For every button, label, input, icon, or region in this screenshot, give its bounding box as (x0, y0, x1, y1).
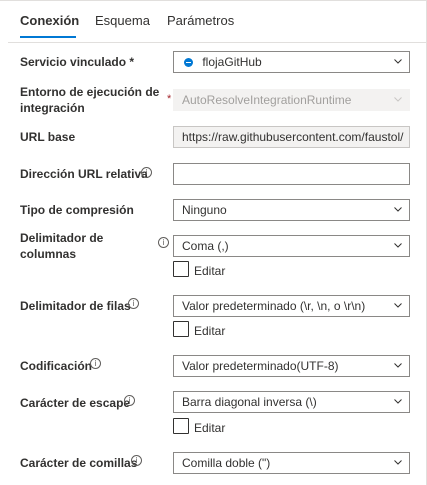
base-url-field: https://raw.githubusercontent.com/fausto… (173, 126, 410, 148)
column-delimiter-value: Coma (,) (182, 239, 229, 253)
chevron-down-icon (394, 243, 402, 250)
compression-type-label: Tipo de compresión (20, 203, 134, 217)
chevron-down-icon (394, 399, 402, 406)
edit-label: Editar (194, 264, 226, 278)
column-delimiter-select[interactable]: Coma (,) (173, 235, 410, 257)
relative-url-label: Dirección URL relativa (20, 167, 148, 181)
linked-service-select[interactable]: flojaGitHub (173, 51, 410, 73)
chevron-down-icon (394, 207, 402, 214)
encoding-label: Codificación (20, 359, 93, 373)
info-icon[interactable]: i (141, 167, 152, 178)
tab-parameters[interactable]: Parámetros (167, 13, 234, 28)
base-url-label: URL base (20, 130, 76, 144)
chevron-down-icon (394, 97, 402, 104)
linked-service-label: Servicio vinculado * (20, 55, 135, 69)
integration-runtime-label: Entorno de ejecución de integración (20, 85, 160, 115)
edit-label: Editar (194, 421, 226, 435)
chevron-down-icon (394, 303, 402, 310)
edit-label: Editar (194, 324, 226, 338)
column-delimiter-label: Delimitador de columnas (20, 231, 104, 261)
quote-character-select[interactable]: Comilla doble (") (173, 452, 410, 474)
row-delimiter-label: Delimitador de filas (20, 299, 131, 313)
active-tab-indicator (20, 36, 76, 38)
escape-character-select[interactable]: Barra diagonal inversa (\) (173, 391, 410, 413)
tab-schema[interactable]: Esquema (95, 13, 150, 28)
linked-service-dot-icon (184, 58, 193, 67)
escape-character-value: Barra diagonal inversa (\) (182, 395, 317, 409)
tab-bar-divider (8, 42, 427, 43)
info-icon[interactable]: i (90, 358, 101, 369)
required-mark: * (167, 93, 172, 105)
quote-character-label: Carácter de comillas (20, 456, 138, 470)
column-delimiter-edit-checkbox[interactable] (173, 261, 189, 277)
info-icon[interactable]: i (128, 298, 139, 309)
encoding-value: Valor predeterminado(UTF-8) (182, 359, 339, 373)
compression-type-select[interactable]: Ninguno (173, 199, 410, 221)
row-delimiter-value: Valor predeterminado (\r, \n, o \r\n) (182, 299, 366, 313)
escape-character-edit-checkbox[interactable] (173, 418, 189, 434)
relative-url-input[interactable] (173, 163, 410, 185)
tab-bar: Conexión Esquema Parámetros (0, 0, 427, 43)
info-icon[interactable]: i (131, 455, 142, 466)
compression-type-value: Ninguno (182, 203, 227, 217)
chevron-down-icon (394, 363, 402, 370)
linked-service-value: flojaGitHub (202, 55, 262, 69)
info-icon[interactable]: i (124, 395, 135, 406)
row-delimiter-edit-checkbox[interactable] (173, 321, 189, 337)
base-url-value: https://raw.githubusercontent.com/fausto… (182, 130, 404, 144)
tab-connection[interactable]: Conexión (20, 13, 79, 28)
chevron-down-icon (394, 59, 402, 66)
integration-runtime-select: AutoResolveIntegrationRuntime (173, 89, 410, 111)
chevron-down-icon (394, 460, 402, 467)
row-delimiter-select[interactable]: Valor predeterminado (\r, \n, o \r\n) (173, 295, 410, 317)
quote-character-value: Comilla doble (") (182, 456, 271, 470)
encoding-select[interactable]: Valor predeterminado(UTF-8) (173, 355, 410, 377)
integration-runtime-value: AutoResolveIntegrationRuntime (182, 93, 352, 107)
escape-character-label: Carácter de escape (20, 396, 131, 410)
info-icon[interactable]: i (158, 237, 169, 248)
